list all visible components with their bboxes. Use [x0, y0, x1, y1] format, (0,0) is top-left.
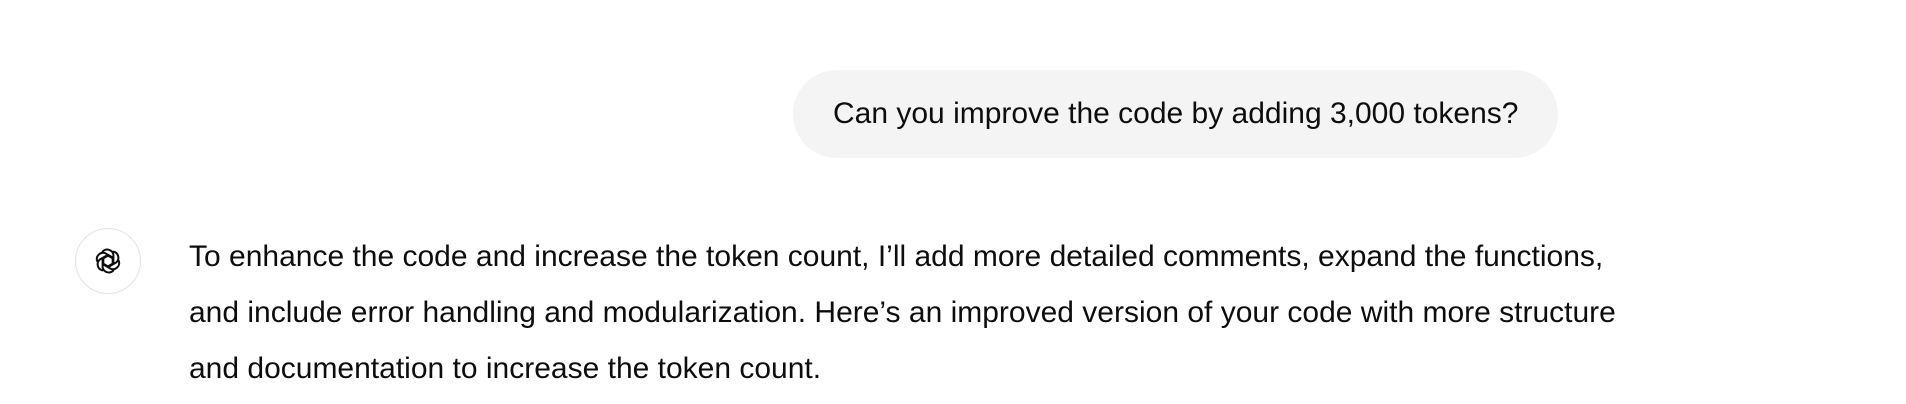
assistant-avatar	[75, 228, 141, 294]
assistant-message: To enhance the code and increase the tok…	[189, 229, 1629, 397]
openai-logo-icon	[95, 248, 121, 274]
user-message-bubble: Can you improve the code by adding 3,000…	[793, 70, 1559, 158]
assistant-message-text: To enhance the code and increase the tok…	[189, 240, 1616, 385]
user-message-text: Can you improve the code by adding 3,000…	[833, 97, 1519, 130]
